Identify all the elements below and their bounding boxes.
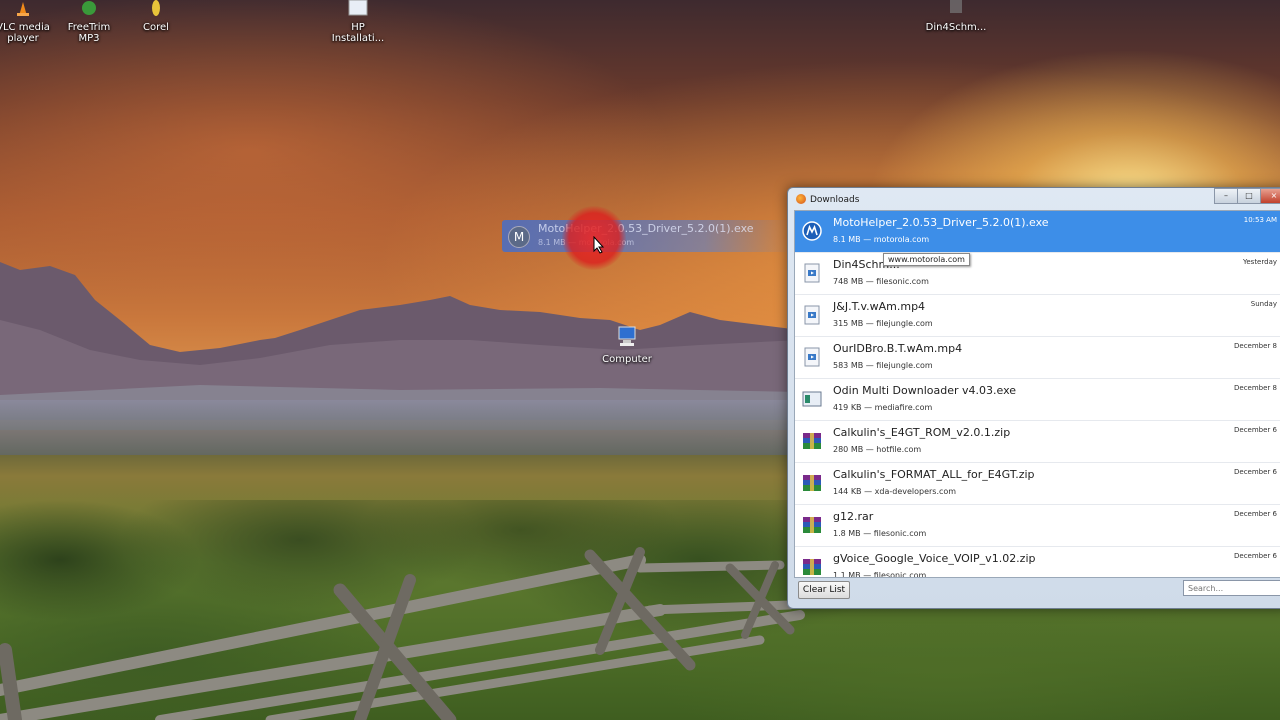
desktop-icon-label: HP xyxy=(351,22,365,33)
hp-installer-icon xyxy=(348,0,368,16)
download-date: December 8 xyxy=(1234,342,1277,350)
url-tooltip: www.motorola.com xyxy=(883,253,970,266)
download-item[interactable]: Calkulin's_E4GT_ROM_v2.0.1.zip 280 MB — h… xyxy=(795,421,1280,463)
firefox-icon xyxy=(796,194,806,204)
download-item[interactable]: gVoice_Google_Voice_VOIP_v1.02.zip 1.1 MB… xyxy=(795,547,1280,578)
motorola-icon: M xyxy=(508,226,530,248)
window-title-text: Downloads xyxy=(810,195,860,205)
download-date: December 6 xyxy=(1234,510,1277,518)
download-item[interactable]: g12.rar 1.8 MB — filesonic.com December 6 xyxy=(795,505,1280,547)
download-date: Sunday xyxy=(1250,300,1277,308)
download-file-meta: 8.1 MB — motorola.com xyxy=(833,235,930,244)
window-controls: – □ × xyxy=(1214,188,1280,204)
search-input[interactable] xyxy=(1183,580,1280,596)
download-file-meta: 1.1 MB — filesonic.com xyxy=(833,571,927,578)
desktop-icon-label: Corel xyxy=(143,22,169,33)
download-file-name: Odin Multi Downloader v4.03.exe xyxy=(833,384,1017,397)
desktop-icon-hp-installer[interactable]: HP Installati... xyxy=(320,0,396,44)
download-file-meta: 144 KB — xda-developers.com xyxy=(833,487,957,496)
download-date: December 6 xyxy=(1234,426,1277,434)
downloads-list[interactable]: MotoHelper_2.0.53_Driver_5.2.0(1).exe 8.1… xyxy=(794,210,1280,578)
download-date: December 8 xyxy=(1234,384,1277,392)
download-file-name: MotoHelper_2.0.53_Driver_5.2.0(1).exe xyxy=(833,216,1049,229)
desktop-icon-freetrim[interactable]: FreeTrim MP3 xyxy=(51,0,127,44)
download-item[interactable]: OurIDBro.B.T.wAm.mp4 583 MB — filejungle.… xyxy=(795,337,1280,379)
clear-list-button[interactable]: Clear List xyxy=(798,581,850,599)
desktop-icon-label: FreeTrim xyxy=(67,22,111,33)
download-file-meta: 419 KB — mediafire.com xyxy=(833,403,933,412)
archive-icon xyxy=(802,557,822,577)
desktop-icon-din4schm[interactable]: Din4Schm... xyxy=(918,0,994,33)
archive-icon xyxy=(802,431,822,451)
motorola-icon xyxy=(802,221,822,241)
exe-file-icon xyxy=(802,389,822,409)
window-title: Downloads xyxy=(796,194,859,205)
mouse-cursor-icon xyxy=(593,236,605,254)
desktop-icon-corel[interactable]: Corel xyxy=(118,0,194,33)
corel-icon xyxy=(152,0,160,16)
downloads-window: Downloads – □ × MotoHelper_2.0.53_Driver… xyxy=(787,187,1280,609)
close-button[interactable]: × xyxy=(1260,188,1280,204)
download-item[interactable]: Odin Multi Downloader v4.03.exe 419 KB — … xyxy=(795,379,1280,421)
dragged-download-ghost: M MotoHelper_2.0.53_Driver_5.2.0(1).exe … xyxy=(502,220,792,252)
video-file-icon xyxy=(802,305,822,325)
computer-icon xyxy=(618,326,636,346)
download-file-meta: 280 MB — hotfile.com xyxy=(833,445,922,454)
video-file-icon xyxy=(802,347,822,367)
download-file-name: OurIDBro.B.T.wAm.mp4 xyxy=(833,342,963,355)
archive-icon xyxy=(802,515,822,535)
maximize-button[interactable]: □ xyxy=(1237,188,1261,204)
download-item[interactable]: MotoHelper_2.0.53_Driver_5.2.0(1).exe 8.1… xyxy=(795,211,1280,253)
download-file-name: J&J.T.v.wAm.mp4 xyxy=(833,300,926,313)
video-file-icon xyxy=(802,263,822,283)
download-file-name: Calkulin's_E4GT_ROM_v2.0.1.zip xyxy=(833,426,1011,439)
download-file-meta: 748 MB — filesonic.com xyxy=(833,277,929,286)
download-file-name: Calkulin's_FORMAT_ALL_for_E4GT.zip xyxy=(833,468,1035,481)
download-date: Yesterday xyxy=(1243,258,1277,266)
desktop-icon-label: Din4Schm... xyxy=(925,22,987,33)
download-file-name: gVoice_Google_Voice_VOIP_v1.02.zip xyxy=(833,552,1036,565)
download-file-meta: 315 MB — filejungle.com xyxy=(833,319,933,328)
desktop-icon-label: Installati... xyxy=(331,33,385,44)
download-file-meta: 1.8 MB — filesonic.com xyxy=(833,529,927,538)
archive-icon xyxy=(802,473,822,493)
download-item[interactable]: Calkulin's_FORMAT_ALL_for_E4GT.zip 144 KB… xyxy=(795,463,1280,505)
desktop-icon-label: MP3 xyxy=(78,33,100,44)
minimize-button[interactable]: – xyxy=(1214,188,1238,204)
freetrim-icon xyxy=(82,1,96,15)
download-file-name: g12.rar xyxy=(833,510,874,523)
download-date: 10:53 AM xyxy=(1243,216,1277,224)
download-item[interactable]: Din4Schm... 748 MB — filesonic.com Yesterd… xyxy=(795,253,1280,295)
download-date: December 6 xyxy=(1234,468,1277,476)
vlc-cone-icon xyxy=(17,2,29,16)
desktop-icon-computer[interactable]: Computer xyxy=(589,326,665,365)
download-item[interactable]: J&J.T.v.wAm.mp4 315 MB — filejungle.com Su… xyxy=(795,295,1280,337)
download-file-meta: 583 MB — filejungle.com xyxy=(833,361,933,370)
desktop-icon-label: Computer xyxy=(602,354,652,365)
download-date: December 6 xyxy=(1234,552,1277,560)
file-icon xyxy=(950,0,962,13)
